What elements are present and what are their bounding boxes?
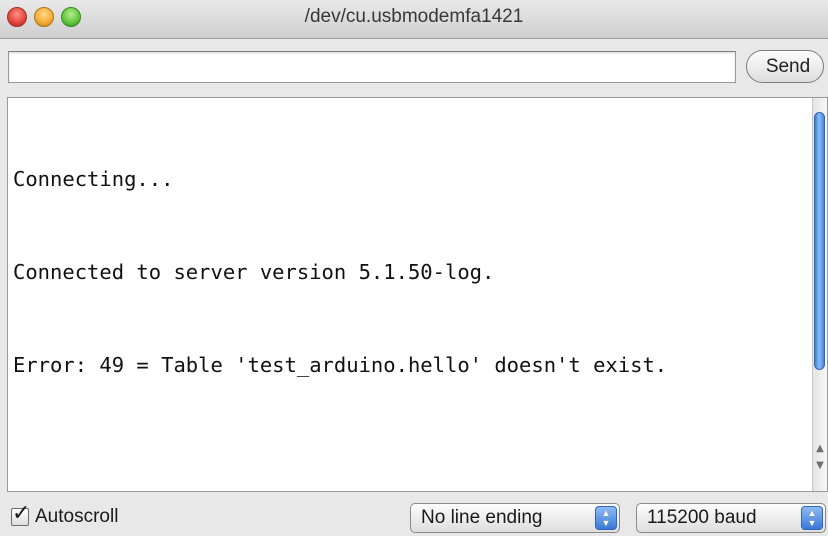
output-line: Error: 49 = Table 'test_arduino.hello' d… xyxy=(13,353,668,377)
scroll-up-arrow-icon[interactable]: ▲ xyxy=(815,443,825,455)
window-title: /dev/cu.usbmodemfa1421 xyxy=(304,6,524,27)
serial-output[interactable]: Connecting... Connected to server versio… xyxy=(7,97,828,492)
output-text: Connecting... Connected to server versio… xyxy=(13,102,667,443)
autoscroll-label: Autoscroll xyxy=(35,506,119,527)
baud-rate-value: 115200 baud xyxy=(647,507,757,528)
send-button[interactable]: Send xyxy=(746,50,824,83)
send-row: Send xyxy=(0,39,828,96)
vertical-scrollbar[interactable]: ▲ ▼ xyxy=(812,98,827,491)
line-ending-value: No line ending xyxy=(421,507,543,528)
line-ending-select[interactable]: No line ending ▲ ▼ xyxy=(410,503,620,533)
select-arrows-icon: ▲ ▼ xyxy=(801,506,823,530)
output-line: Connected to server version 5.1.50-log. xyxy=(13,260,495,284)
autoscroll-toggle[interactable]: ✓ Autoscroll xyxy=(11,503,119,528)
serial-monitor-window: /dev/cu.usbmodemfa1421 Send Connecting..… xyxy=(0,0,828,536)
send-input[interactable] xyxy=(8,51,736,83)
select-arrows-icon: ▲ ▼ xyxy=(595,506,617,530)
checkmark-icon: ✓ xyxy=(12,501,31,526)
output-line: Connecting... xyxy=(13,167,174,191)
scroll-down-arrow-icon[interactable]: ▼ xyxy=(815,460,825,472)
autoscroll-checkbox[interactable]: ✓ xyxy=(11,503,30,526)
scrollbar-thumb[interactable] xyxy=(814,112,825,370)
baud-rate-select[interactable]: 115200 baud ▲ ▼ xyxy=(636,503,826,533)
bottom-bar: ✓ Autoscroll No line ending ▲ ▼ 115200 ba… xyxy=(0,493,828,536)
title-bar[interactable]: /dev/cu.usbmodemfa1421 xyxy=(0,0,828,39)
